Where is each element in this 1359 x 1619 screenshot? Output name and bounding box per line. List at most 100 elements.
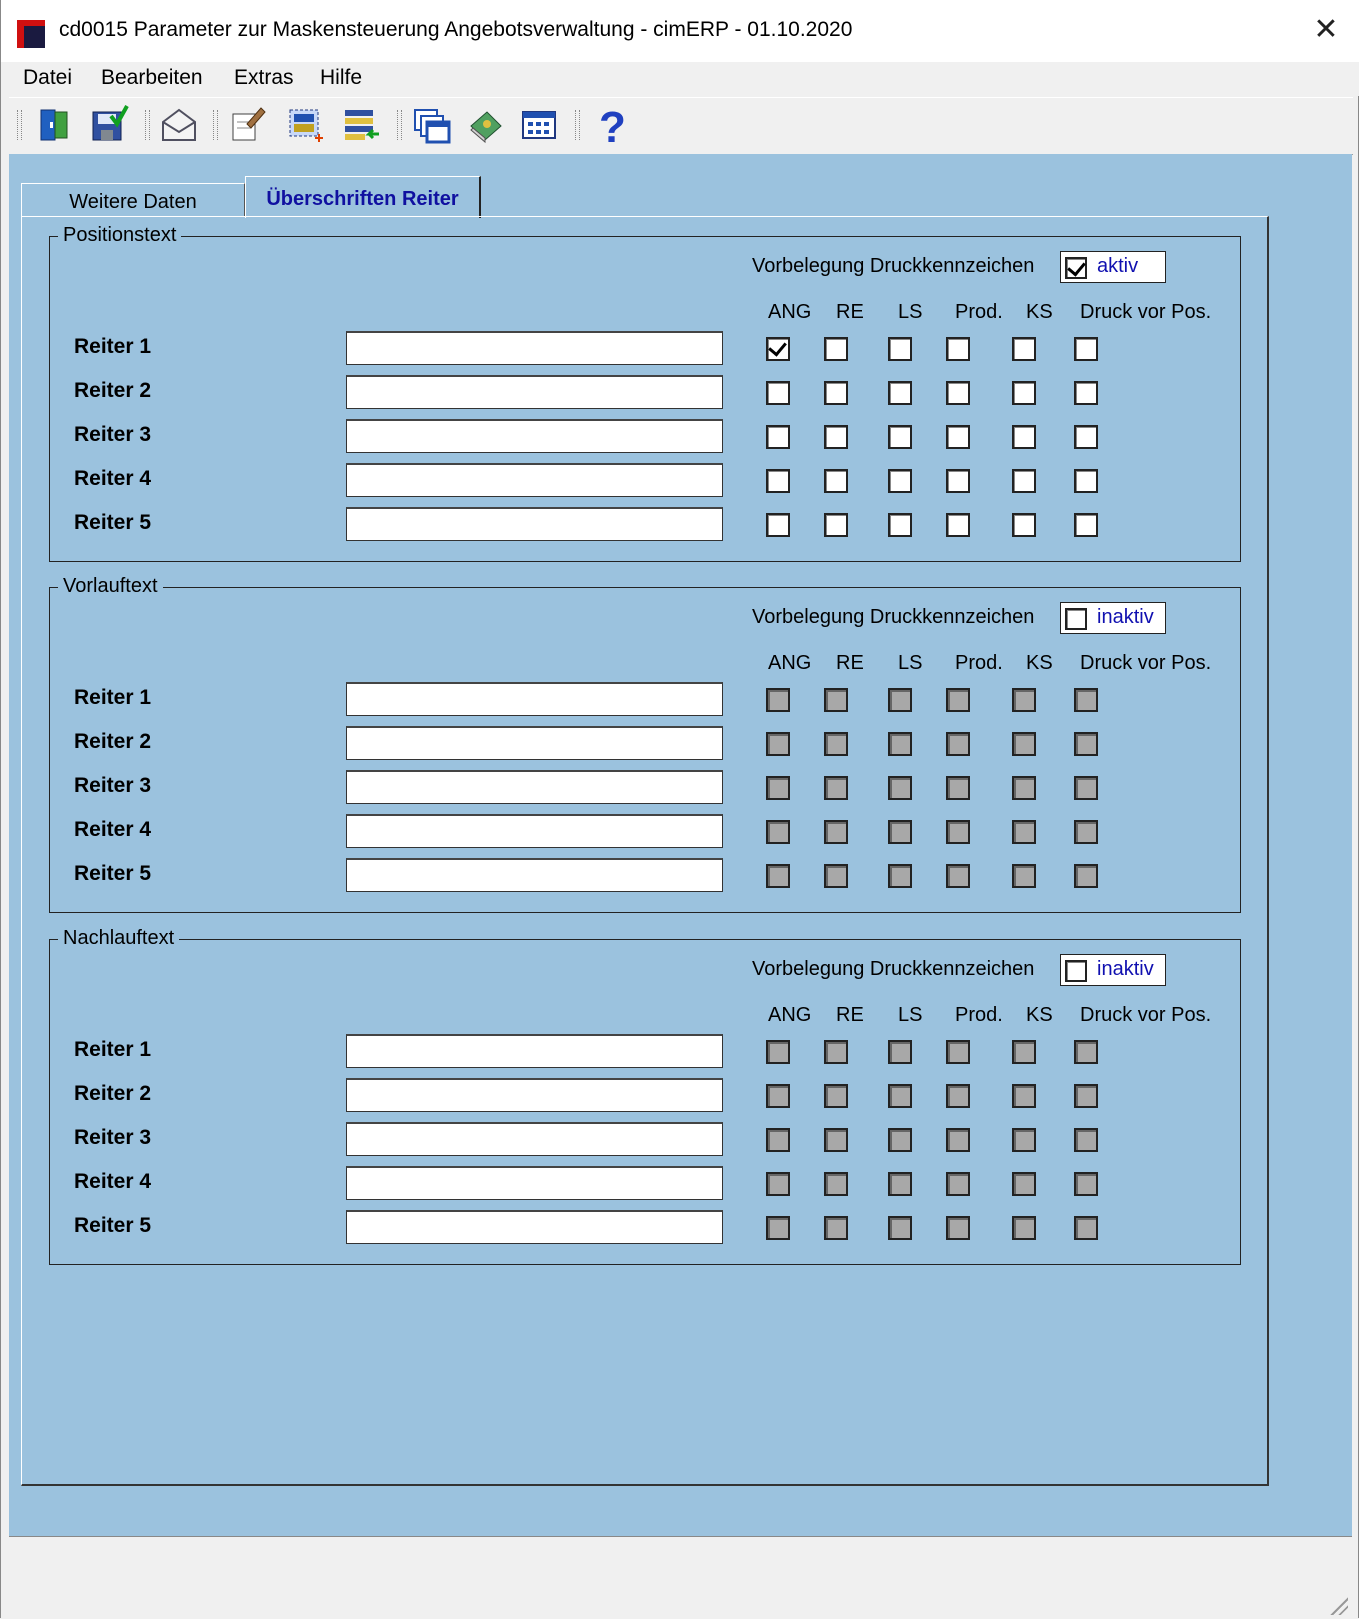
checkbox-prod[interactable] [946, 776, 970, 800]
checkbox-prod[interactable] [946, 381, 970, 405]
reiter-text-input[interactable] [346, 858, 723, 892]
checkbox-prod[interactable] [946, 1216, 970, 1240]
checkbox-ks[interactable] [1012, 688, 1036, 712]
reiter-text-input[interactable] [346, 375, 723, 409]
druckkennzeichen-checkbox[interactable] [1065, 257, 1087, 279]
checkbox-druck-vor-pos[interactable] [1074, 820, 1098, 844]
checkbox-ang[interactable] [766, 337, 790, 361]
resize-grip-icon[interactable] [1326, 1593, 1348, 1615]
checkbox-ks[interactable] [1012, 864, 1036, 888]
checkbox-ks[interactable] [1012, 1084, 1036, 1108]
checkbox-druck-vor-pos[interactable] [1074, 1172, 1098, 1196]
checkbox-druck-vor-pos[interactable] [1074, 864, 1098, 888]
checkbox-prod[interactable] [946, 425, 970, 449]
checkbox-druck-vor-pos[interactable] [1074, 1040, 1098, 1064]
druckkennzeichen-toggle[interactable]: aktiv [1060, 251, 1166, 283]
reiter-text-input[interactable] [346, 726, 723, 760]
checkbox-ls[interactable] [888, 1084, 912, 1108]
checkbox-druck-vor-pos[interactable] [1074, 425, 1098, 449]
checkbox-prod[interactable] [946, 820, 970, 844]
checkbox-ks[interactable] [1012, 776, 1036, 800]
checkbox-re[interactable] [824, 381, 848, 405]
reiter-text-input[interactable] [346, 682, 723, 716]
checkbox-prod[interactable] [946, 1172, 970, 1196]
checkbox-ang[interactable] [766, 469, 790, 493]
checkbox-druck-vor-pos[interactable] [1074, 381, 1098, 405]
reiter-text-input[interactable] [346, 1034, 723, 1068]
checkbox-re[interactable] [824, 820, 848, 844]
checkbox-ang[interactable] [766, 820, 790, 844]
checkbox-druck-vor-pos[interactable] [1074, 513, 1098, 537]
checkbox-ls[interactable] [888, 469, 912, 493]
menu-extras[interactable]: Extras [234, 66, 294, 90]
druckkennzeichen-toggle[interactable]: inaktiv [1060, 602, 1166, 634]
checkbox-ks[interactable] [1012, 337, 1036, 361]
tab-weitere-daten[interactable]: Weitere Daten [21, 183, 245, 217]
druckkennzeichen-checkbox[interactable] [1065, 608, 1087, 630]
checkbox-ls[interactable] [888, 1128, 912, 1152]
reiter-text-input[interactable] [346, 419, 723, 453]
reiter-text-input[interactable] [346, 463, 723, 497]
checkbox-prod[interactable] [946, 1084, 970, 1108]
checkbox-prod[interactable] [946, 864, 970, 888]
checkbox-re[interactable] [824, 337, 848, 361]
reiter-text-input[interactable] [346, 1210, 723, 1244]
checkbox-ls[interactable] [888, 820, 912, 844]
checkbox-ls[interactable] [888, 776, 912, 800]
checkbox-ang[interactable] [766, 1216, 790, 1240]
close-button[interactable]: ✕ [1308, 12, 1344, 48]
checkbox-ang[interactable] [766, 776, 790, 800]
checkbox-ks[interactable] [1012, 469, 1036, 493]
checkbox-druck-vor-pos[interactable] [1074, 776, 1098, 800]
checkbox-prod[interactable] [946, 1040, 970, 1064]
checkbox-ks[interactable] [1012, 425, 1036, 449]
checkbox-prod[interactable] [946, 513, 970, 537]
druckkennzeichen-toggle[interactable]: inaktiv [1060, 954, 1166, 986]
checkbox-ls[interactable] [888, 688, 912, 712]
checkbox-ang[interactable] [766, 425, 790, 449]
druckkennzeichen-checkbox[interactable] [1065, 960, 1087, 982]
checkbox-druck-vor-pos[interactable] [1074, 1084, 1098, 1108]
import-list-icon[interactable] [341, 104, 381, 146]
menu-datei[interactable]: Datei [23, 66, 72, 90]
checkbox-ks[interactable] [1012, 1128, 1036, 1152]
checkbox-re[interactable] [824, 1084, 848, 1108]
checkbox-prod[interactable] [946, 337, 970, 361]
checkbox-ks[interactable] [1012, 820, 1036, 844]
edit-document-icon[interactable] [227, 104, 267, 146]
reiter-text-input[interactable] [346, 1166, 723, 1200]
checkbox-ang[interactable] [766, 688, 790, 712]
checkbox-re[interactable] [824, 1128, 848, 1152]
checkbox-ls[interactable] [888, 513, 912, 537]
checkbox-druck-vor-pos[interactable] [1074, 688, 1098, 712]
menu-hilfe[interactable]: Hilfe [320, 66, 362, 90]
checkbox-ls[interactable] [888, 732, 912, 756]
checkbox-ls[interactable] [888, 1172, 912, 1196]
checkbox-ks[interactable] [1012, 513, 1036, 537]
checkbox-druck-vor-pos[interactable] [1074, 469, 1098, 493]
reiter-text-input[interactable] [346, 331, 723, 365]
checkbox-ls[interactable] [888, 1216, 912, 1240]
checkbox-ang[interactable] [766, 864, 790, 888]
checkbox-ls[interactable] [888, 337, 912, 361]
checkbox-re[interactable] [824, 469, 848, 493]
checkbox-ang[interactable] [766, 1084, 790, 1108]
checkbox-prod[interactable] [946, 688, 970, 712]
checkbox-re[interactable] [824, 425, 848, 449]
checkbox-re[interactable] [824, 864, 848, 888]
table-icon[interactable] [519, 104, 559, 146]
reiter-text-input[interactable] [346, 1078, 723, 1112]
checkbox-re[interactable] [824, 776, 848, 800]
checkbox-re[interactable] [824, 732, 848, 756]
checkbox-ang[interactable] [766, 1128, 790, 1152]
checkbox-prod[interactable] [946, 1128, 970, 1152]
menu-bearbeiten[interactable]: Bearbeiten [101, 66, 203, 90]
checkbox-ls[interactable] [888, 864, 912, 888]
checkbox-druck-vor-pos[interactable] [1074, 337, 1098, 361]
checkbox-re[interactable] [824, 1172, 848, 1196]
checkbox-ang[interactable] [766, 381, 790, 405]
checkbox-ls[interactable] [888, 1040, 912, 1064]
checkbox-ang[interactable] [766, 732, 790, 756]
exit-icon[interactable] [35, 104, 75, 146]
checkbox-re[interactable] [824, 1040, 848, 1064]
